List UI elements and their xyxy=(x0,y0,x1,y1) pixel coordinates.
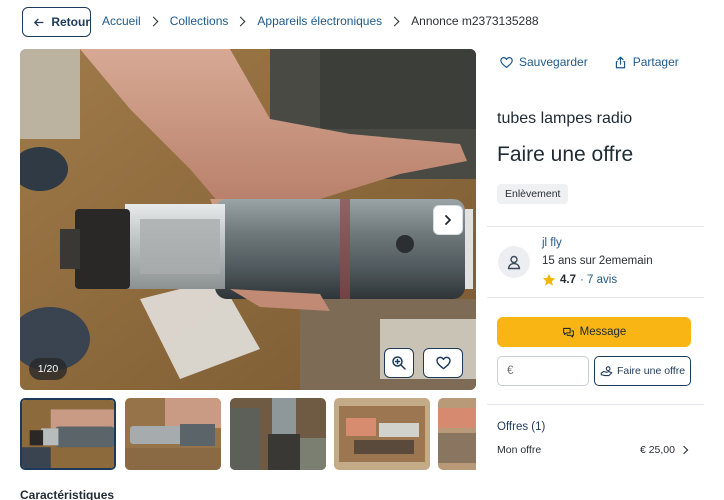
back-button[interactable]: Retour xyxy=(22,7,91,37)
back-button-label: Retour xyxy=(51,15,90,29)
photo-counter: 1/20 xyxy=(29,358,67,380)
thumbnail-image xyxy=(334,398,430,470)
breadcrumb-category[interactable]: Appareils électroniques xyxy=(257,14,382,28)
listing-actions: Sauvegarder Partager xyxy=(500,55,679,69)
thumbnail-image xyxy=(125,398,221,470)
rating-score: 4.7 xyxy=(560,274,576,286)
my-offer-label: Mon offre xyxy=(497,444,542,456)
chevron-right-icon xyxy=(679,445,689,455)
favorite-photo-button[interactable] xyxy=(423,348,463,378)
listing-price-heading: Faire une offre xyxy=(497,143,634,166)
zoom-icon xyxy=(392,356,406,370)
chevron-right-icon xyxy=(148,16,159,26)
offer-amount-input[interactable] xyxy=(497,356,589,386)
save-button[interactable]: Sauvegarder xyxy=(500,55,588,69)
thumbnail-image xyxy=(438,398,476,470)
arrow-left-icon xyxy=(34,18,44,26)
chevron-right-icon xyxy=(389,16,400,26)
thumbnail-1[interactable] xyxy=(20,398,116,470)
breadcrumb-current: Annonce m2373135288 xyxy=(411,14,539,28)
message-button[interactable]: Message xyxy=(497,317,691,347)
my-offer-row[interactable]: Mon offre € 25,00 xyxy=(497,444,689,456)
make-offer-button[interactable]: Faire une offre xyxy=(594,356,691,386)
chevron-right-icon xyxy=(445,215,451,225)
characteristics-heading: Caractéristiques xyxy=(20,488,115,500)
user-icon xyxy=(507,255,521,270)
seller-name-link[interactable]: jl fly xyxy=(542,237,562,249)
my-offer-amount-group: € 25,00 xyxy=(639,444,689,456)
save-label: Sauvegarder xyxy=(519,55,588,69)
share-button[interactable]: Partager xyxy=(614,55,679,69)
make-offer-label: Faire une offre xyxy=(616,365,686,377)
message-button-label: Message xyxy=(579,326,627,338)
my-offer-amount: € 25,00 xyxy=(639,444,675,456)
heart-icon xyxy=(435,356,451,370)
thumbnail-5[interactable] xyxy=(438,398,476,470)
share-label: Partager xyxy=(632,55,679,69)
main-photo[interactable] xyxy=(20,49,476,390)
share-icon xyxy=(615,56,625,68)
reviews-link[interactable]: · 7 avis xyxy=(580,274,617,286)
top-bar: Retour Accueil Collections Appareils éle… xyxy=(0,0,724,44)
listing-title: tubes lampes radio xyxy=(497,110,633,127)
chat-icon xyxy=(562,327,574,337)
star-icon xyxy=(542,273,556,286)
breadcrumb-home[interactable]: Accueil xyxy=(102,14,141,28)
delivery-badge: Enlèvement xyxy=(497,184,569,204)
chevron-right-icon xyxy=(235,16,246,26)
hand-offer-icon xyxy=(600,365,613,376)
seller-rating: 4.7 · 7 avis xyxy=(542,273,617,287)
next-photo-button[interactable] xyxy=(433,205,463,235)
offers-heading: Offres (1) xyxy=(497,421,546,433)
divider xyxy=(487,226,704,227)
breadcrumb-collections[interactable]: Collections xyxy=(170,14,229,28)
thumbnail-image xyxy=(230,398,326,470)
thumbnail-3[interactable] xyxy=(230,398,326,470)
main-photo-image xyxy=(20,49,476,390)
thumbnail-2[interactable] xyxy=(125,398,221,470)
thumbnail-image xyxy=(22,400,114,468)
thumbnail-strip xyxy=(20,398,476,470)
thumbnail-4[interactable] xyxy=(334,398,430,470)
divider xyxy=(487,297,704,298)
breadcrumb: Accueil Collections Appareils électroniq… xyxy=(102,14,539,28)
seller-membership: 15 ans sur 2ememain xyxy=(542,255,653,267)
avatar[interactable] xyxy=(498,246,530,278)
divider xyxy=(487,404,704,405)
zoom-button[interactable] xyxy=(384,348,414,378)
heart-icon xyxy=(500,56,513,68)
